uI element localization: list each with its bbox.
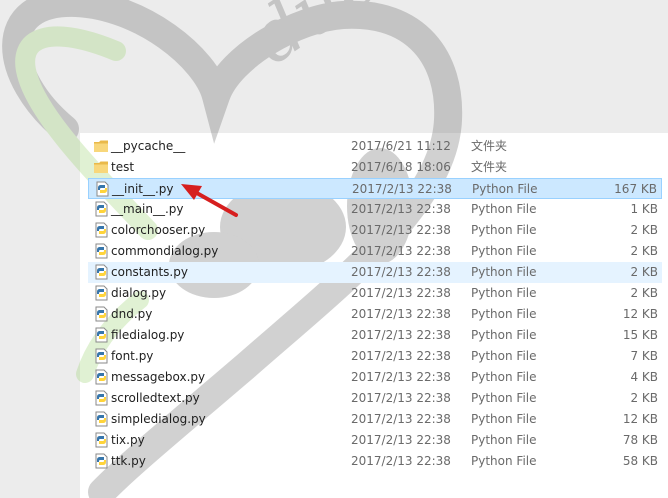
file-name: messagebox.py [111,370,206,384]
python-file-icon [95,285,108,301]
folder-front-icon-part [94,164,108,173]
file-type: Python File [471,412,537,426]
python-file-icon [95,222,108,238]
file-name: colorchooser.py [111,223,206,237]
python-file-icon [95,390,108,406]
modified-date: 2017/2/13 22:38 [351,370,451,384]
file-name: scrolledtext.py [111,391,200,405]
file-size: 167 KB [614,182,657,196]
file-type: Python File [471,454,537,468]
file-row[interactable]: dnd.py 2017/2/13 22:38 Python File 12 KB [88,304,662,325]
modified-date: 2017/6/18 18:06 [351,160,451,174]
file-size: 2 KB [630,223,658,237]
file-row[interactable]: filedialog.py 2017/2/13 22:38 Python File 1… [88,325,662,346]
file-type: 文件夹 [471,139,508,153]
file-name: test [111,160,135,174]
modified-date: 2017/2/13 22:38 [351,433,451,447]
file-size: 12 KB [622,412,658,426]
folder-icon [94,161,108,173]
file-row[interactable]: commondialog.py 2017/2/13 22:38 Python Fil… [88,241,662,262]
file-type: Python File [471,391,537,405]
explorer-window: duohao __pycache__2017/6/21 11:12文件夹test… [0,0,668,498]
file-type: Python File [471,286,537,300]
file-row[interactable]: __main__.py 2017/2/13 22:38 Python File 1 K… [88,199,662,220]
file-size: 7 KB [630,349,658,363]
python-file-icon [95,201,108,217]
python-file-icon [95,369,108,385]
file-type: Python File [471,244,537,258]
modified-date: 2017/2/13 22:38 [352,182,452,196]
modified-date: 2017/2/13 22:38 [351,265,451,279]
file-row[interactable]: font.py 2017/2/13 22:38 Python File 7 KB [88,346,662,367]
modified-date: 2017/2/13 22:38 [351,307,451,321]
file-type: Python File [471,433,537,447]
file-row[interactable]: ttk.py 2017/2/13 22:38 Python File 58 KB [88,451,662,472]
file-name: simpledialog.py [111,412,206,426]
python-file-icon [95,348,108,364]
file-row[interactable]: test 2017/6/18 18:06 文件夹 [88,157,662,178]
file-size: 15 KB [622,328,658,342]
file-size: 2 KB [630,391,658,405]
modified-date: 2017/2/13 22:38 [351,286,451,300]
file-size: 12 KB [622,307,658,321]
file-name: font.py [111,349,154,363]
file-name: tix.py [111,433,145,447]
file-name: __pycache__ [111,139,186,153]
file-type: Python File [471,370,537,384]
left-blank-area [0,0,80,498]
file-size: 78 KB [622,433,658,447]
modified-date: 2017/2/13 22:38 [351,223,451,237]
python-file-icon [96,181,109,197]
file-row[interactable]: constants.py 2017/2/13 22:38 Python File 2 … [88,262,662,283]
file-size: 4 KB [630,370,658,384]
modified-date: 2017/2/13 22:38 [351,349,451,363]
file-name: dnd.py [111,307,153,321]
modified-date: 2017/2/13 22:38 [351,391,451,405]
python-file-icon [95,243,108,259]
file-size: 2 KB [630,244,658,258]
file-type: Python File [471,223,537,237]
file-type: Python File [471,265,537,279]
python-file-icon [95,432,108,448]
file-row[interactable]: simpledialog.py 2017/2/13 22:38 Python Fil… [88,409,662,430]
file-name: constants.py [111,265,188,279]
file-name: ttk.py [111,454,146,468]
file-row[interactable]: scrolledtext.py 2017/2/13 22:38 Python Fil… [88,388,662,409]
file-name: __main__.py [111,202,184,216]
modified-date: 2017/2/13 22:38 [351,454,451,468]
modified-date: 2017/2/13 22:38 [351,244,451,258]
file-type: Python File [472,182,538,196]
file-size: 1 KB [630,202,658,216]
python-file-icon [95,264,108,280]
watermark-text: duohao [236,0,506,80]
modified-date: 2017/2/13 22:38 [351,328,451,342]
python-file-icon [95,453,108,469]
file-size: 58 KB [622,454,658,468]
file-type: Python File [471,349,537,363]
file-row[interactable]: __pycache__ 2017/6/21 11:12 文件夹 [88,136,662,157]
modified-date: 2017/2/13 22:38 [351,412,451,426]
python-file-icon [95,411,108,427]
python-file-icon [95,306,108,322]
file-row[interactable]: colorchooser.py 2017/2/13 22:38 Python Fil… [88,220,662,241]
folder-front-icon-part [94,143,108,152]
python-file-icon [95,327,108,343]
file-row[interactable]: __init__.py 2017/2/13 22:38 Python File 167… [88,178,662,199]
file-name: __init__.py [112,182,174,196]
file-type: Python File [471,328,537,342]
modified-date: 2017/6/21 11:12 [351,139,451,153]
folder-icon [94,140,108,152]
file-type: Python File [471,307,537,321]
file-name: commondialog.py [111,244,219,258]
file-name: dialog.py [111,286,167,300]
file-size: 2 KB [630,265,658,279]
file-type: 文件夹 [471,160,508,174]
file-row[interactable]: dialog.py 2017/2/13 22:38 Python File 2 KB [88,283,662,304]
file-size: 2 KB [630,286,658,300]
file-row[interactable]: messagebox.py 2017/2/13 22:38 Python File 4… [88,367,662,388]
file-row[interactable]: tix.py 2017/2/13 22:38 Python File 78 KB [88,430,662,451]
file-name: filedialog.py [111,328,185,342]
file-type: Python File [471,202,537,216]
modified-date: 2017/2/13 22:38 [351,202,451,216]
